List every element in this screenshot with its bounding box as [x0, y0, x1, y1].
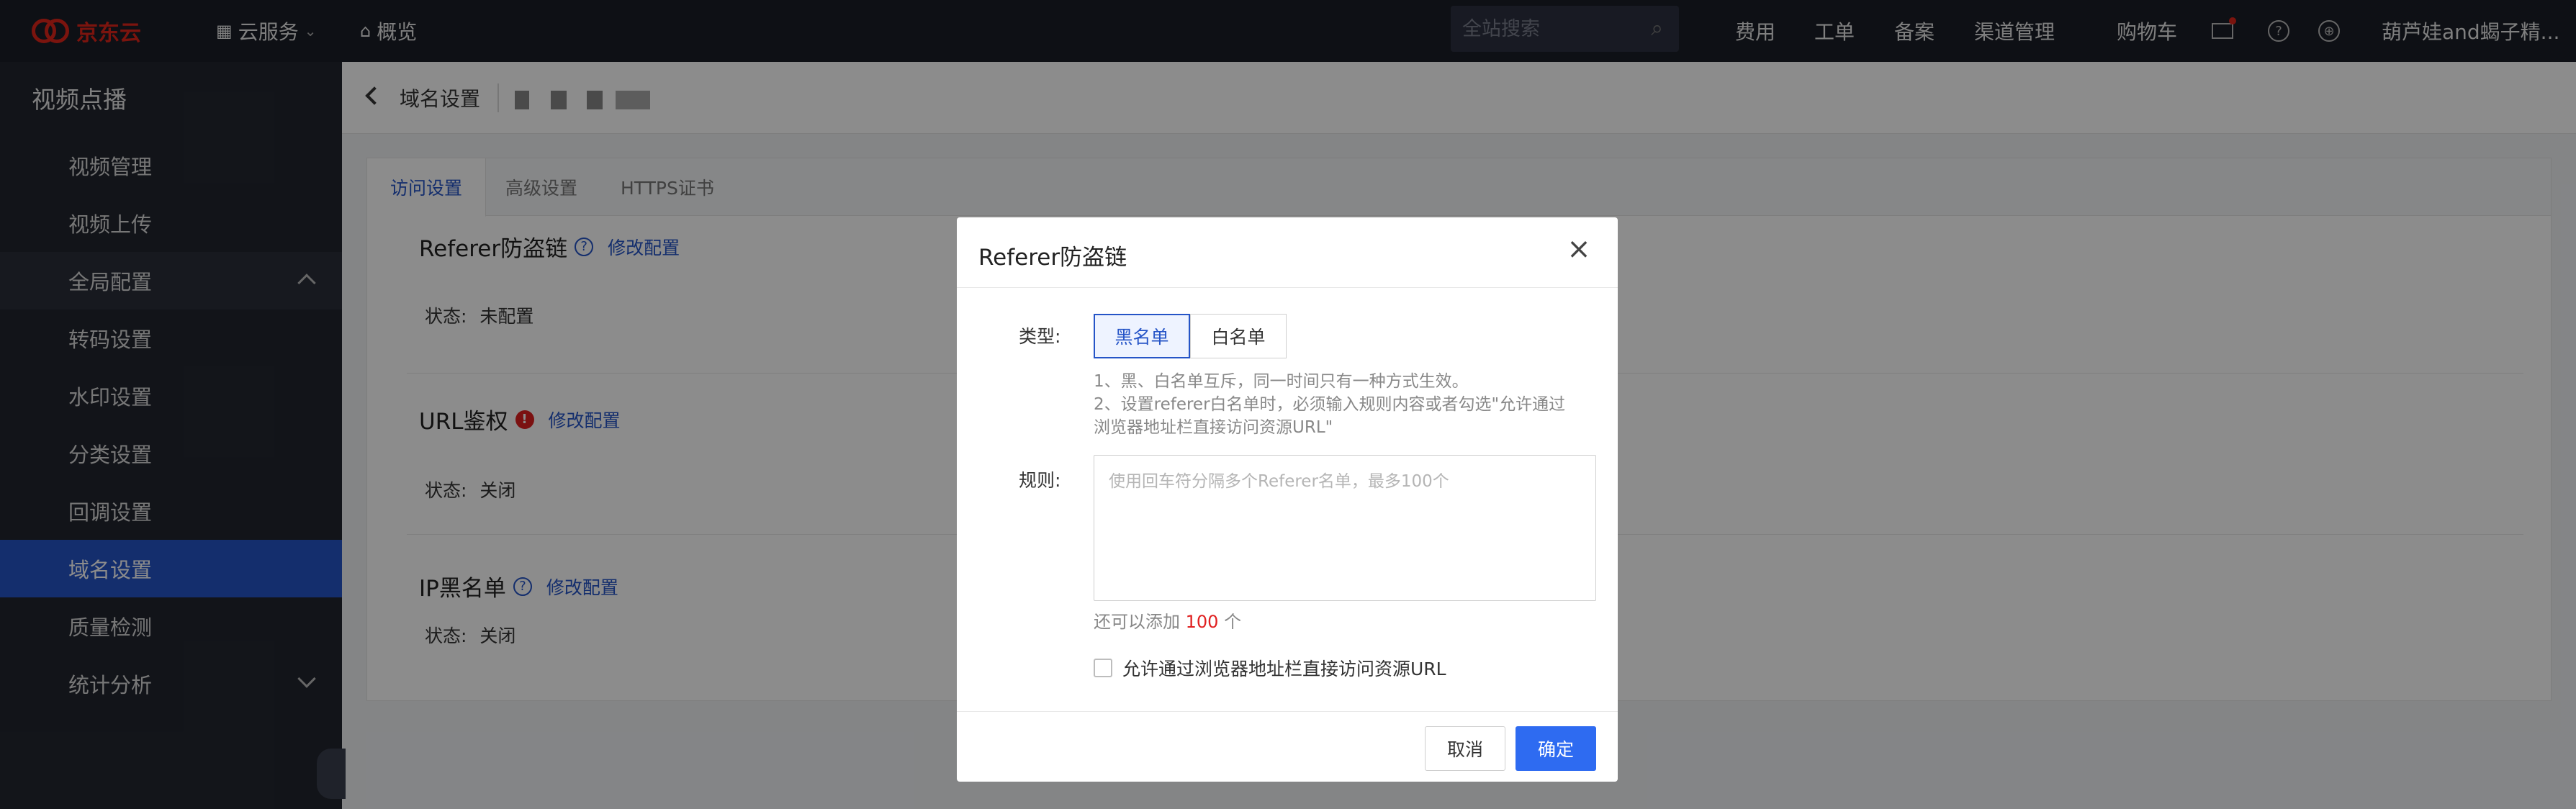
- type-label: 类型:: [1019, 326, 1061, 347]
- remaining-number: 100: [1185, 612, 1219, 632]
- hint-line-1: 1、黑、白名单互斥，同一时间只有一种方式生效。: [1094, 372, 1469, 391]
- hint-line-2: 2、设置referer白名单时，必须输入规则内容或者勾选"允许通过: [1094, 395, 1566, 414]
- close-icon[interactable]: ×: [1564, 235, 1593, 263]
- hint-line-3: 浏览器地址栏直接访问资源URL": [1094, 418, 1333, 437]
- remaining-suffix: 个: [1224, 612, 1242, 632]
- blacklist-option[interactable]: 黑名单: [1094, 314, 1190, 358]
- allow-direct-access-row[interactable]: 允许通过浏览器地址栏直接访问资源URL: [1094, 655, 1446, 681]
- remaining-count: 还可以添加 100 个: [1094, 607, 1241, 633]
- confirm-button[interactable]: 确定: [1516, 726, 1596, 771]
- rule-textarea[interactable]: [1094, 455, 1596, 601]
- allow-direct-access-checkbox[interactable]: [1094, 659, 1112, 677]
- referer-modal: Referer防盗链 × 类型: 黑名单 白名单 1、黑、白名单互斥，同一时间只…: [957, 217, 1618, 782]
- modal-header: Referer防盗链 ×: [957, 217, 1618, 288]
- rule-label: 规则:: [1019, 470, 1061, 491]
- remaining-prefix: 还可以添加: [1094, 612, 1180, 632]
- cancel-button[interactable]: 取消: [1425, 726, 1505, 771]
- modal-title: Referer防盗链: [978, 245, 1127, 271]
- allow-direct-access-label: 允许通过浏览器地址栏直接访问资源URL: [1122, 659, 1446, 679]
- whitelist-option[interactable]: 白名单: [1190, 314, 1287, 358]
- modal-footer: 取消 确定: [957, 711, 1618, 782]
